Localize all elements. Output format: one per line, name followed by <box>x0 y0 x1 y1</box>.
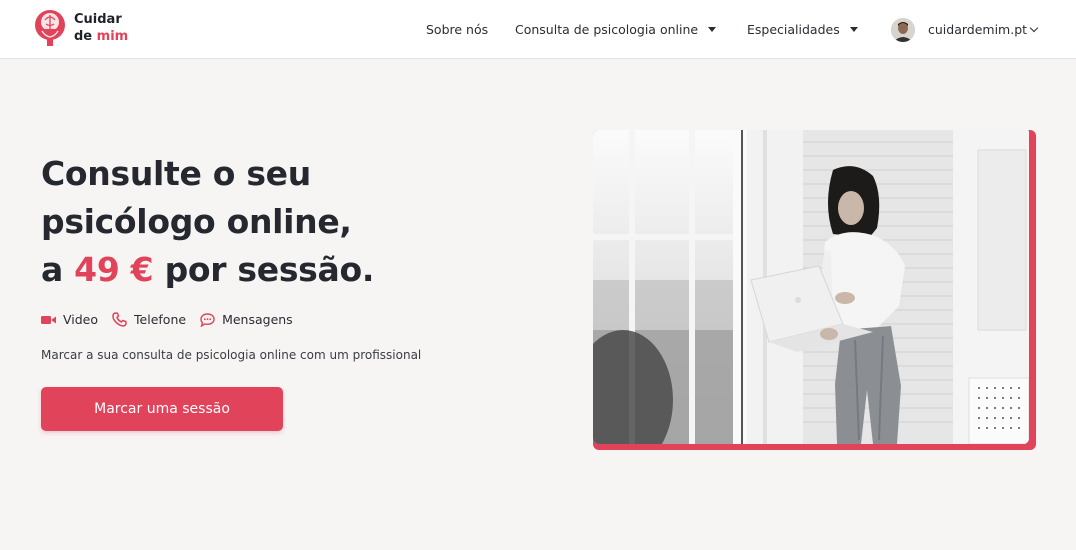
session-price: 49 € <box>74 250 154 289</box>
video-camera-icon <box>41 315 56 324</box>
channel-phone-label: Telefone <box>134 312 187 327</box>
hero-title-line1: Consulte o seu <box>41 154 311 193</box>
caret-down-icon <box>708 27 717 32</box>
account-menu[interactable]: cuidardemim.pt <box>891 17 1039 42</box>
channel-messages: Mensagens <box>200 312 293 327</box>
nav-dropdown-consult[interactable]: Consulta de psicologia online <box>515 22 717 37</box>
consultation-channels: Video Telefone Mensagens <box>41 312 307 327</box>
channel-video: Video <box>41 312 98 327</box>
brand-name-line2: de mim <box>74 29 129 44</box>
nav-specialties-label: Especialidades <box>747 22 840 37</box>
account-label: cuidardemim.pt <box>928 22 1028 37</box>
user-avatar <box>891 17 915 42</box>
chevron-down-icon <box>1029 23 1039 33</box>
hero-title-line3: a 49 € por sessão. <box>41 250 375 289</box>
hero-photo-frame <box>593 130 1036 450</box>
hero-subtitle: Marcar a sua consulta de psicologia onli… <box>41 348 422 362</box>
phone-icon <box>112 312 127 327</box>
nav-link-about[interactable]: Sobre nós <box>426 22 488 37</box>
nav-dropdown-specialties[interactable]: Especialidades <box>747 22 858 37</box>
site-header: Cuidar de mim Sobre nós Consulta de psic… <box>0 0 1076 59</box>
book-session-button[interactable]: Marcar uma sessão <box>41 387 283 431</box>
brand-name-line1: Cuidar <box>74 12 122 27</box>
channel-messages-label: Mensagens <box>222 312 293 327</box>
brain-hands-logo-icon <box>35 10 65 46</box>
hero-title: Consulte o seu psicólogo online, a 49 € … <box>41 150 541 294</box>
channel-video-label: Video <box>63 312 99 327</box>
caret-down-icon <box>849 27 858 32</box>
nav-consult-label: Consulta de psicologia online <box>515 22 699 37</box>
brand-logo[interactable]: Cuidar de mim <box>34 9 128 47</box>
hero-photo-woman-with-laptop <box>593 130 1029 444</box>
hero-title-line2: psicólogo online, <box>41 202 352 241</box>
brand-name: Cuidar de mim <box>74 11 128 45</box>
channel-phone: Telefone <box>112 312 186 327</box>
chat-bubble-icon <box>200 312 215 327</box>
